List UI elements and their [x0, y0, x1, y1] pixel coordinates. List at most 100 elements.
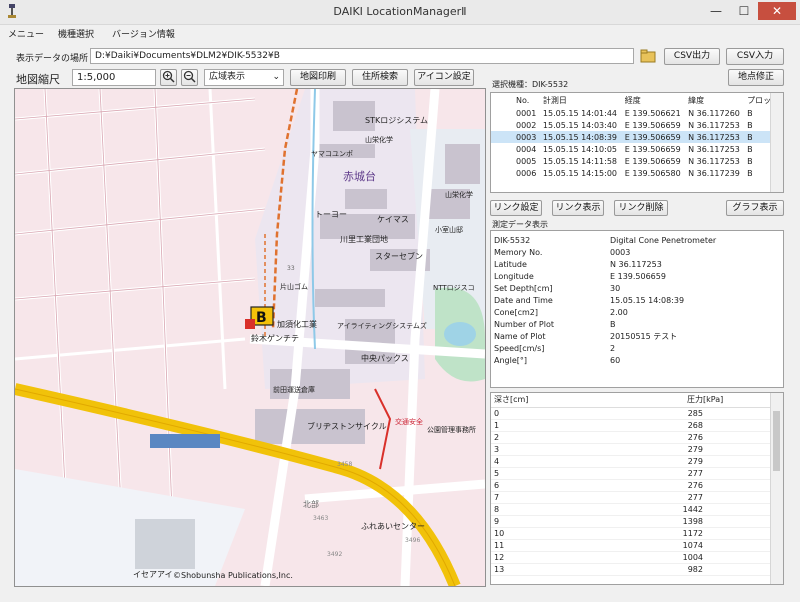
row-indicator	[491, 143, 513, 155]
table-cell: 15.05.15 14:03:40	[542, 120, 618, 130]
header-cell: 緯度	[688, 95, 705, 105]
map-label: 公園管理事務所	[427, 426, 476, 434]
zoom-in-button[interactable]	[160, 69, 177, 86]
close-button[interactable]: ✕	[758, 2, 796, 20]
detail-key: Longitude	[494, 271, 534, 281]
header-cell: 深さ[cm]	[494, 395, 529, 405]
table-cell: 277	[687, 468, 703, 478]
link-show-button[interactable]: リンク表示	[552, 200, 604, 216]
detail-label: 測定データ表示	[492, 220, 548, 229]
table-row[interactable]: 8 1442	[491, 503, 783, 515]
detail-row: Longitude E 139.506659	[491, 270, 783, 282]
zoom-in-icon	[162, 70, 175, 83]
detail-value: E 139.506659	[610, 271, 666, 281]
detail-value: 2.00	[610, 307, 628, 317]
table-row[interactable]: 1 268	[491, 419, 783, 431]
table-row[interactable]: 6 276	[491, 479, 783, 491]
measurement-list[interactable]: No. 計測日 経度 緯度 プロット 0001 15.05.15 14:01:44…	[490, 92, 784, 193]
table-row[interactable]: 0 285	[491, 407, 783, 419]
map-label: 3463	[313, 515, 329, 522]
detail-value: 30	[610, 283, 621, 293]
device-label: 選択機種：DIK-5532	[492, 80, 569, 89]
map-label: 山栄化学	[445, 191, 473, 199]
detail-value: Digital Cone Penetrometer	[610, 235, 717, 245]
pressure-panel[interactable]: 深さ[cm] 圧力[kPa] 0 285 1 268 2 276 3 279 4 279 5 277 6…	[490, 392, 784, 585]
table-cell: 0004	[516, 144, 537, 154]
table-cell: N 36.117253	[688, 120, 740, 130]
csv-import-button[interactable]: CSV入力	[726, 48, 784, 65]
map-view[interactable]: B STKロジシステム 山栄化学 ヤマコユンポ 赤城台 ケイマス 川里工業団地 …	[14, 88, 486, 587]
row-indicator	[491, 107, 513, 119]
detail-value: 2	[610, 343, 616, 353]
table-cell: 276	[687, 480, 703, 490]
header-cell	[491, 93, 513, 107]
map-label: STKロジシステム	[365, 116, 428, 125]
detail-value: 20150515 テスト	[610, 331, 678, 341]
map-label: トーヨー	[315, 210, 347, 219]
map-label: ふれあいセンター	[361, 522, 425, 531]
table-row[interactable]: 0005 15.05.15 14:11:58 E 139.506659 N 36.11…	[491, 155, 783, 167]
link-delete-button[interactable]: リンク削除	[614, 200, 668, 216]
map-scale-field[interactable]: 1:5,000	[72, 69, 156, 86]
table-row[interactable]: 0006 15.05.15 14:15:00 E 139.506580 N 36.11…	[491, 167, 783, 179]
point-edit-button[interactable]: 地点修正	[728, 69, 784, 86]
table-row[interactable]: 11 1074	[491, 539, 783, 551]
csv-export-button[interactable]: CSV出力	[664, 48, 720, 65]
data-path-field[interactable]: D:¥Daiki¥Documents¥DLM2¥DIK-5532¥B	[90, 48, 634, 64]
table-row[interactable]: 0002 15.05.15 14:03:40 E 139.506659 N 36.11…	[491, 119, 783, 131]
scrollbar-thumb[interactable]	[773, 411, 780, 471]
table-cell: 1074	[682, 540, 703, 550]
icon-settings-button[interactable]: アイコン設定	[414, 69, 474, 86]
detail-table: DIK-5532 Digital Cone Penetrometer Memory …	[491, 234, 783, 366]
table-cell: 2	[494, 432, 500, 442]
table-cell: 10	[494, 528, 505, 538]
detail-key: Memory No.	[494, 247, 543, 257]
table-row[interactable]: 5 277	[491, 467, 783, 479]
table-row[interactable]: 0001 15.05.15 14:01:44 E 139.506621 N 36.11…	[491, 107, 783, 119]
table-row[interactable]: 7 277	[491, 491, 783, 503]
detail-key: Number of Plot	[494, 319, 555, 329]
maximize-button[interactable]: ☐	[730, 2, 758, 20]
zoom-out-icon	[183, 70, 196, 83]
table-row[interactable]: 3 279	[491, 443, 783, 455]
detail-value: 0003	[610, 247, 631, 257]
detail-key: Name of Plot	[494, 331, 546, 341]
table-row[interactable]: 0004 15.05.15 14:10:05 E 139.506659 N 36.11…	[491, 143, 783, 155]
map-label: 赤城台	[343, 170, 376, 183]
map-label: ブリヂストンサイクル	[307, 422, 387, 431]
map-label: ケイマス	[377, 215, 409, 224]
table-row[interactable]: 10 1172	[491, 527, 783, 539]
table-row[interactable]: 9 1398	[491, 515, 783, 527]
table-cell: 12	[494, 552, 505, 562]
table-cell: 8	[494, 504, 500, 514]
map-label: スターセブン	[375, 252, 423, 261]
zoom-out-button[interactable]	[181, 69, 198, 86]
table-cell: 15.05.15 14:10:05	[542, 144, 618, 154]
table-cell: N 36.117239	[688, 168, 740, 178]
table-cell: 15.05.15 14:11:58	[542, 156, 618, 166]
menu-model-select[interactable]: 機種選択	[58, 27, 94, 40]
scrollbar[interactable]	[770, 393, 783, 584]
header-cell: 経度	[624, 95, 641, 105]
table-row[interactable]: 4 279	[491, 455, 783, 467]
graph-show-button[interactable]: グラフ表示	[726, 200, 784, 216]
map-label: 交通安全	[395, 418, 423, 426]
row-indicator	[491, 119, 513, 131]
table-row[interactable]: 0003 15.05.15 14:08:39 E 139.506659 N 36.11…	[491, 131, 783, 143]
folder-icon[interactable]	[640, 48, 656, 64]
menu-main[interactable]: メニュー	[8, 27, 44, 40]
print-map-button[interactable]: 地図印刷	[290, 69, 346, 86]
table-cell: 0	[494, 408, 500, 418]
address-search-button[interactable]: 住所検索	[352, 69, 408, 86]
table-row[interactable]: 2 276	[491, 431, 783, 443]
table-cell: 1398	[682, 516, 703, 526]
link-set-button[interactable]: リンク設定	[490, 200, 542, 216]
map-mode-select[interactable]: 広域表示 ⌄	[204, 69, 284, 86]
table-row[interactable]: 12 1004	[491, 551, 783, 563]
menu-version-info[interactable]: バージョン情報	[112, 27, 175, 40]
minimize-button[interactable]: —	[702, 2, 730, 20]
table-cell: 268	[687, 420, 703, 430]
table-row[interactable]: 13 982	[491, 563, 783, 575]
detail-row: Latitude N 36.117253	[491, 258, 783, 270]
scrollbar[interactable]	[770, 93, 783, 192]
